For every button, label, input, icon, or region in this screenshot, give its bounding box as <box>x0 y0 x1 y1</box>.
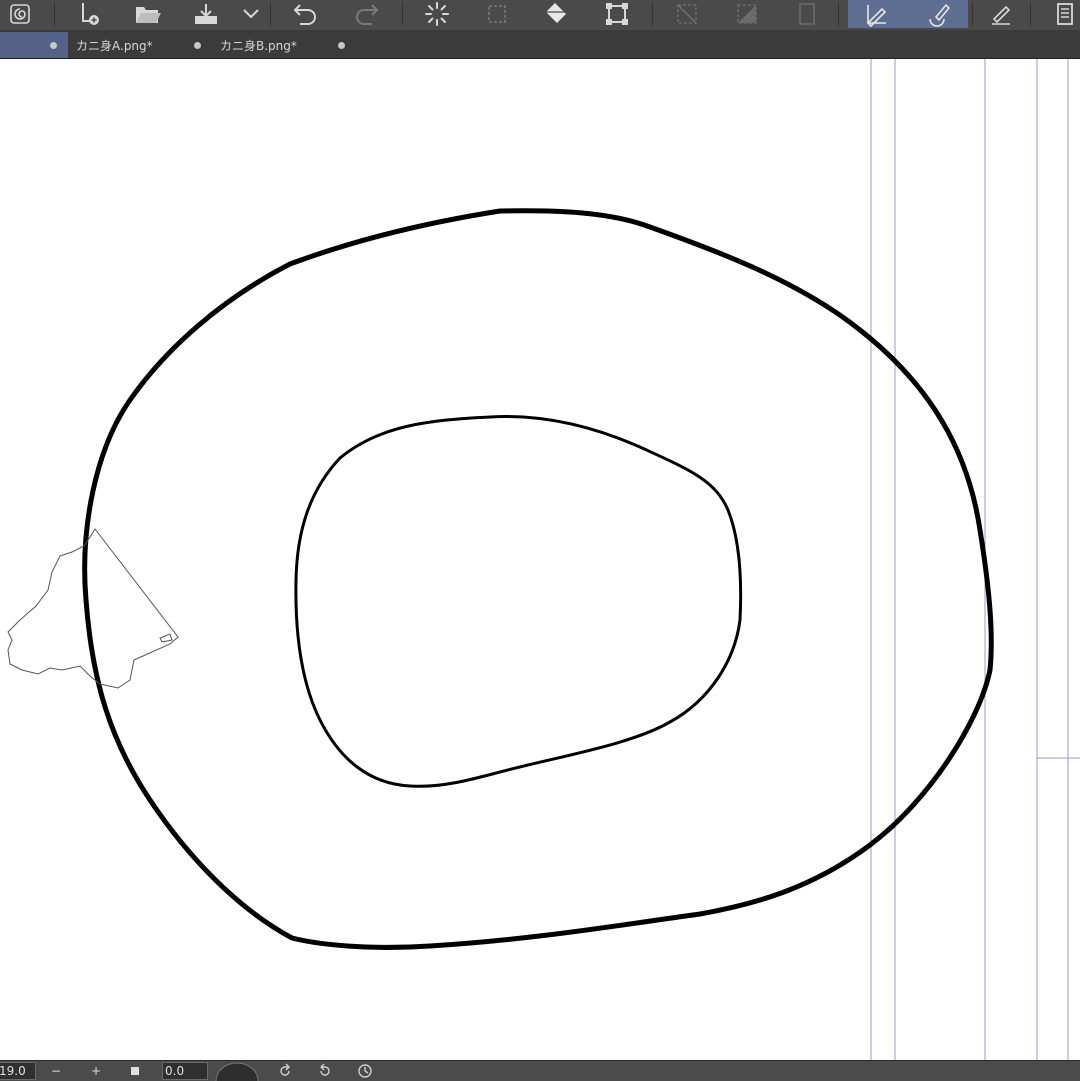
ruler-guide-lines <box>870 59 1080 1060</box>
slider-knob <box>131 1067 139 1075</box>
hide-selection-icon[interactable] <box>670 0 704 28</box>
zoom-slider-handle[interactable] <box>126 1061 144 1081</box>
selection-fill-icon[interactable] <box>480 0 514 28</box>
clear-outside-icon[interactable] <box>730 0 764 28</box>
tab-kanimi-b[interactable]: カニ身B.png* <box>212 32 356 58</box>
fill-bucket-icon[interactable] <box>540 0 574 28</box>
redo-icon[interactable] <box>348 0 384 28</box>
tab-kanimi-a[interactable]: カニ身A.png* <box>68 32 212 58</box>
undo-icon[interactable] <box>288 0 324 28</box>
inner-ring-stroke <box>294 415 743 788</box>
zoom-out-button[interactable]: − <box>46 1061 66 1081</box>
rotate-right-icon[interactable] <box>314 1061 336 1081</box>
loading-spinner-icon[interactable] <box>420 0 454 28</box>
app-logo-icon[interactable] <box>0 0 40 28</box>
chevron-down-icon[interactable] <box>238 0 264 28</box>
rotation-angle-input[interactable]: 0.0 <box>162 1062 208 1080</box>
pen-mode-icon[interactable] <box>848 0 906 28</box>
transform-icon[interactable] <box>600 0 634 28</box>
panel-menu-icon[interactable] <box>1050 0 1080 28</box>
outer-ring-stroke <box>82 208 994 950</box>
status-bar: 19.0 − + 0.0 <box>0 1060 1080 1081</box>
rotation-dial[interactable] <box>214 1061 260 1081</box>
rotate-left-icon[interactable] <box>274 1061 296 1081</box>
new-file-icon[interactable] <box>72 0 108 28</box>
tab-current-document[interactable] <box>0 32 68 58</box>
canvas-frame-icon[interactable] <box>790 0 824 28</box>
tab-modified-dot <box>194 42 201 49</box>
tab-label: カニ身A.png* <box>76 38 153 53</box>
tab-modified-dot <box>338 42 345 49</box>
tab-modified-dot <box>50 42 57 49</box>
zoom-value: 19.0 <box>0 1064 26 1078</box>
main-toolbar <box>0 0 1080 31</box>
lasso-handle <box>159 633 173 643</box>
tab-label: カニ身B.png* <box>220 38 297 53</box>
angle-value: 0.0 <box>165 1064 185 1078</box>
eraser-mode-icon[interactable] <box>906 0 968 28</box>
drawing-canvas[interactable] <box>0 59 1080 1060</box>
edit-pen-icon[interactable] <box>984 0 1018 28</box>
zoom-in-label: + <box>90 1064 102 1078</box>
zoom-out-label: − <box>50 1064 62 1078</box>
save-export-icon[interactable] <box>188 0 224 28</box>
reset-rotation-icon[interactable] <box>354 1061 376 1081</box>
zoom-input[interactable]: 19.0 <box>0 1062 36 1080</box>
zoom-in-button[interactable]: + <box>86 1061 106 1081</box>
open-folder-icon[interactable] <box>130 0 166 28</box>
document-tab-bar: カニ身A.png* カニ身B.png* <box>0 30 1080 59</box>
